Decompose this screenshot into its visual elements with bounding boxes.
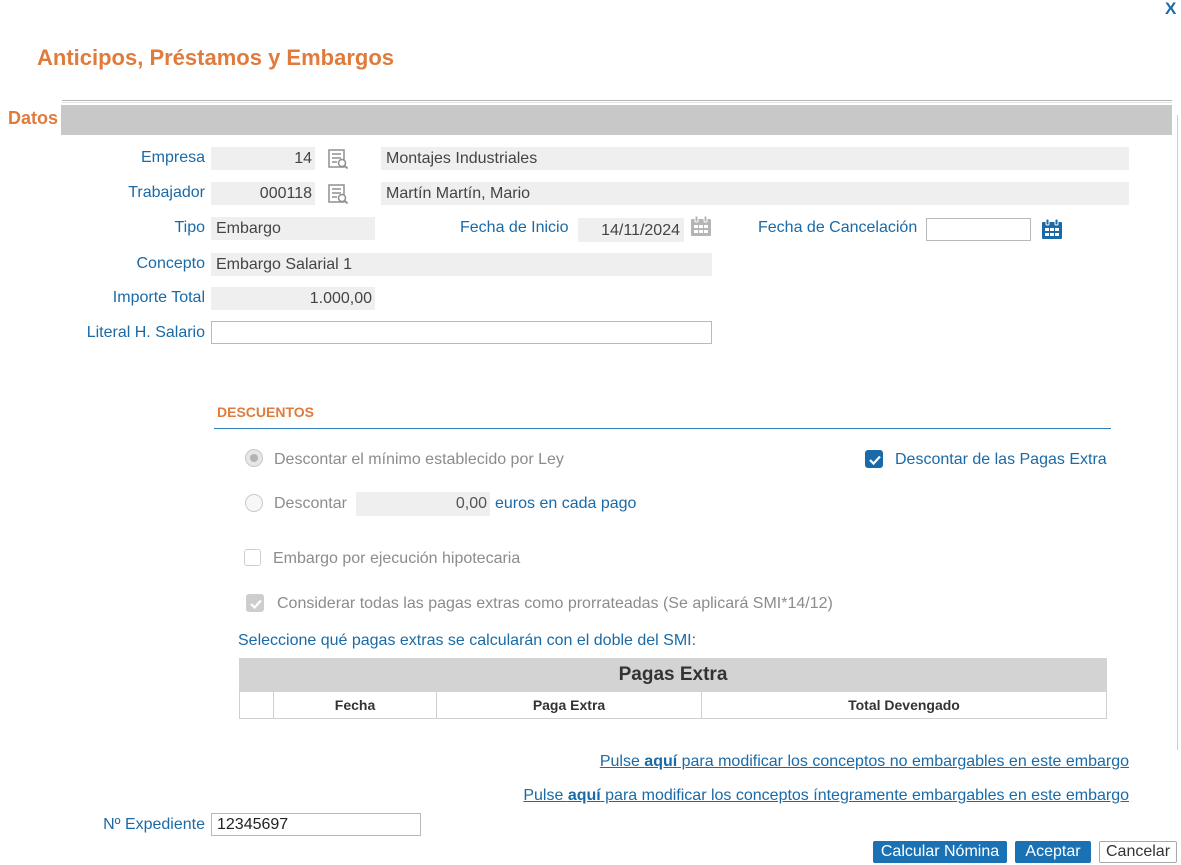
descontar-importe-radio[interactable] — [245, 494, 263, 512]
link-here[interactable]: aquí — [644, 753, 677, 770]
calcular-nomina-button[interactable]: Calcular Nómina — [873, 841, 1007, 863]
link-here[interactable]: aquí — [568, 787, 601, 804]
hipotecaria-label: Embargo por ejecución hipotecaria — [273, 550, 521, 567]
pagas-extra-table: Pagas Extra Fecha Paga Extra Total Deven… — [239, 658, 1107, 719]
concepto-label: Concepto — [136, 255, 206, 272]
tipo-label: Tipo — [174, 219, 205, 236]
table-header-row: Fecha Paga Extra Total Devengado — [239, 692, 1107, 719]
tipo-field: Embargo — [211, 217, 375, 240]
prorrateadas-checkbox[interactable] — [246, 594, 264, 612]
descontar-importe-label: Descontar — [274, 495, 347, 512]
select-column-header — [240, 692, 274, 718]
empresa-label: Empresa — [140, 149, 205, 166]
fecha-inicio-label: Fecha de Inicio — [460, 219, 569, 236]
trabajador-label: Trabajador — [128, 184, 205, 201]
seleccione-pagas-label: Seleccione qué pagas extras se calculará… — [238, 632, 697, 649]
hipotecaria-checkbox[interactable] — [244, 549, 261, 566]
link-suffix: para modificar los conceptos no embargab… — [677, 753, 1129, 770]
empresa-code-field[interactable]: 14 — [211, 147, 315, 170]
trabajador-name-field: Martín Martín, Mario — [381, 182, 1129, 205]
column-header-fecha[interactable]: Fecha — [274, 692, 437, 718]
cancelar-button[interactable]: Cancelar — [1099, 841, 1177, 863]
importe-total-field: 1.000,00 — [211, 287, 375, 310]
literal-input[interactable] — [211, 321, 712, 344]
descuentos-title: DESCUENTOS — [217, 404, 314, 420]
lookup-list-icon[interactable] — [327, 148, 349, 170]
calendar-icon[interactable] — [1041, 218, 1063, 240]
page-title: Anticipos, Préstamos y Embargos — [37, 45, 394, 70]
descuentos-divider — [214, 428, 1111, 429]
title-divider — [62, 100, 1172, 103]
no-embargables-link[interactable]: Pulse aquí para modificar los conceptos … — [600, 751, 1129, 773]
expediente-label: Nº Expediente — [103, 816, 205, 833]
column-header-total-devengado[interactable]: Total Devengado — [702, 692, 1106, 718]
concepto-field: Embargo Salarial 1 — [211, 253, 712, 276]
check-icon — [869, 455, 881, 466]
fecha-cancelacion-label: Fecha de Cancelación — [758, 219, 918, 236]
fecha-inicio-field: 14/11/2024 — [578, 218, 684, 242]
aceptar-button[interactable]: Aceptar — [1015, 841, 1091, 863]
calendar-icon — [691, 215, 711, 236]
table-title: Pagas Extra — [239, 658, 1107, 692]
pagas-extra-checkbox[interactable] — [865, 450, 883, 468]
empresa-name-field: Montajes Industriales — [381, 147, 1129, 170]
column-header-paga-extra[interactable]: Paga Extra — [437, 692, 702, 718]
literal-label: Literal H. Salario — [86, 324, 205, 341]
trabajador-code-field[interactable]: 000118 — [211, 182, 315, 205]
pagas-extra-label: Descontar de las Pagas Extra — [895, 451, 1107, 468]
descontar-importe-field[interactable]: 0,00 — [356, 492, 490, 516]
link-prefix: Pulse — [599, 753, 645, 770]
section-bar — [61, 105, 1172, 135]
importe-total-label: Importe Total — [112, 289, 205, 306]
close-button[interactable]: X — [1165, 0, 1176, 19]
section-title: Datos — [8, 108, 59, 128]
minimo-ley-label: Descontar el mínimo establecido por Ley — [274, 451, 564, 468]
link-prefix: Pulse — [523, 787, 568, 804]
fecha-cancelacion-input[interactable] — [926, 218, 1031, 241]
descontar-importe-suffix: euros en cada pago — [495, 495, 637, 512]
prorrateadas-label: Considerar todas las pagas extras como p… — [277, 595, 833, 612]
lookup-list-icon[interactable] — [327, 183, 349, 205]
expediente-input[interactable]: 12345697 — [211, 813, 421, 836]
link-suffix: para modificar los conceptos íntegrament… — [600, 787, 1129, 804]
scroll-border — [1177, 115, 1178, 750]
check-icon — [250, 599, 262, 610]
integramente-embargables-link[interactable]: Pulse aquí para modificar los conceptos … — [523, 785, 1129, 807]
minimo-ley-radio[interactable] — [245, 449, 263, 467]
